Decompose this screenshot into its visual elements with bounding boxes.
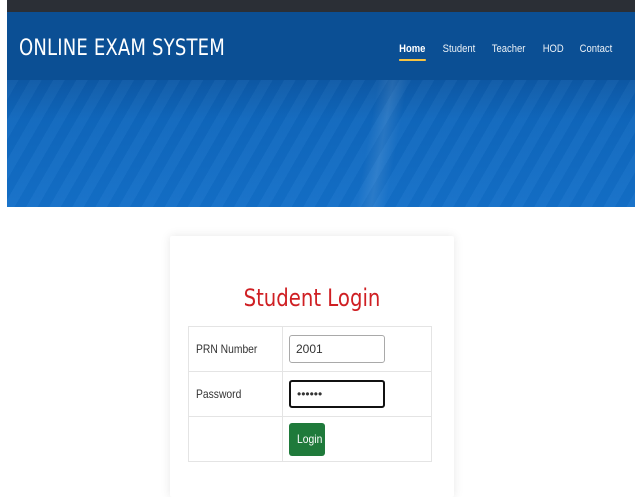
password-label-cell: Password [188, 371, 283, 417]
nav-menu: Home Student Teacher HOD Contact [385, 43, 615, 61]
login-title: Student Login [243, 284, 381, 312]
submit-row: Login [188, 416, 432, 462]
password-field-cell [282, 371, 432, 417]
password-row: Password [188, 371, 432, 417]
password-input[interactable] [289, 380, 385, 408]
site-brand[interactable]: ONLINE EXAM SYSTEM [19, 36, 225, 61]
prn-number-input[interactable] [289, 335, 385, 363]
prn-label-cell: PRN Number [188, 326, 283, 372]
nav-home[interactable]: Home [399, 43, 425, 61]
prn-label: PRN Number [196, 342, 258, 356]
nav-hod[interactable]: HOD [542, 43, 563, 61]
nav-student[interactable]: Student [442, 43, 475, 61]
prn-row: PRN Number [188, 326, 432, 372]
login-button[interactable]: Login [289, 422, 325, 456]
navbar: ONLINE EXAM SYSTEM Home Student Teacher … [7, 12, 635, 80]
window-top-edge [7, 0, 635, 12]
hero-banner: ONLINE EXAM SYSTEM Home Student Teacher … [7, 12, 635, 207]
nav-contact[interactable]: Contact [580, 43, 613, 61]
empty-label-cell [188, 416, 283, 462]
login-form-table: PRN Number Password Login [188, 326, 432, 462]
prn-field-cell [282, 326, 432, 372]
nav-teacher[interactable]: Teacher [492, 43, 526, 61]
password-label: Password [196, 387, 242, 401]
login-card: Student Login PRN Number Password Login [170, 236, 454, 497]
submit-field-cell: Login [282, 416, 432, 462]
login-button-label: Login [297, 432, 323, 446]
